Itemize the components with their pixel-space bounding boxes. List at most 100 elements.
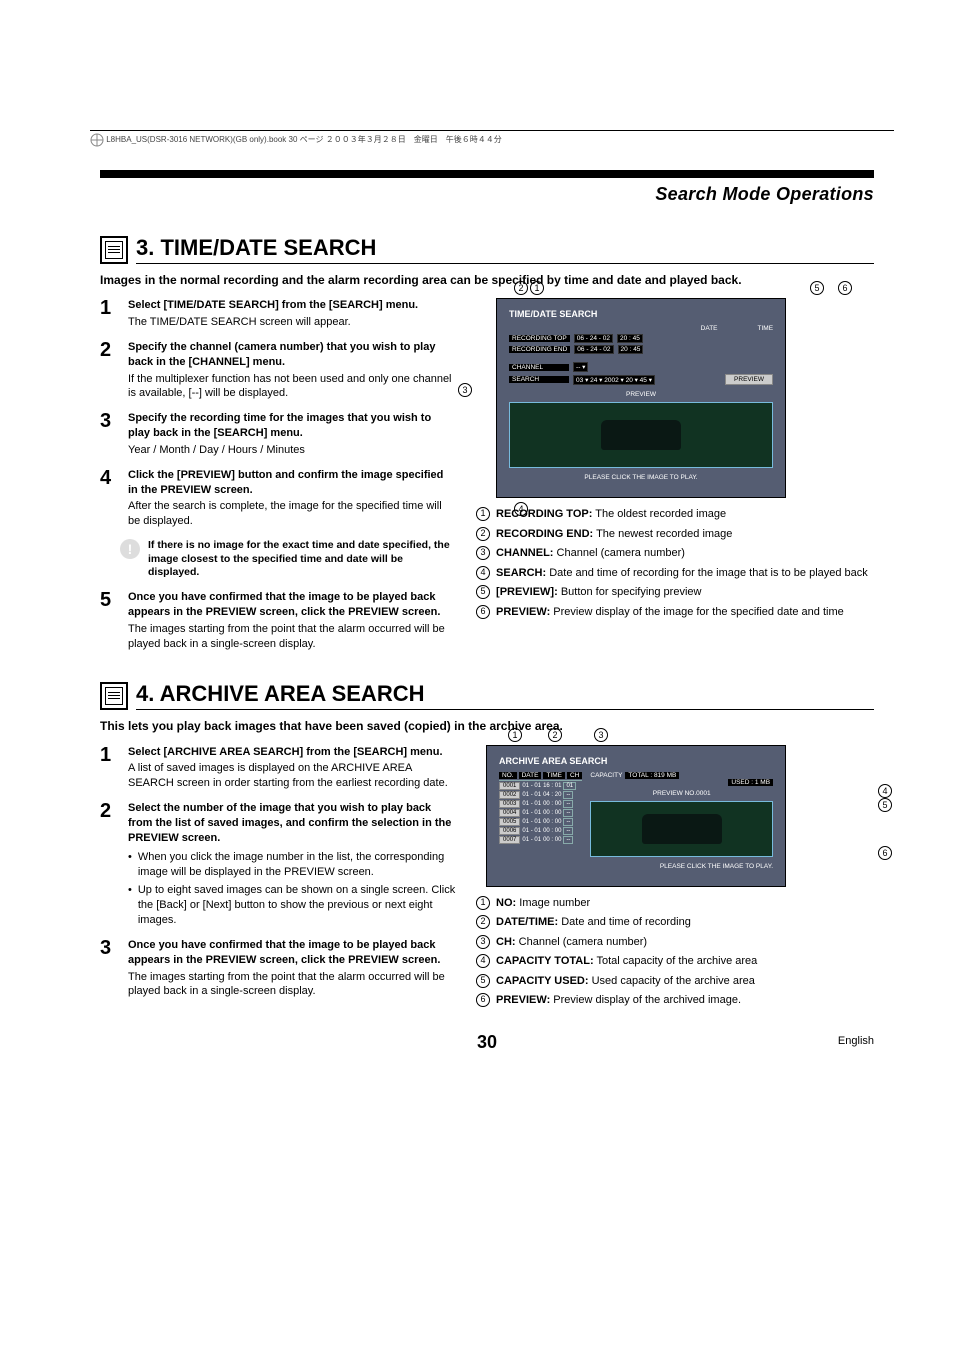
row-ch: -- — [563, 791, 573, 799]
step-desc: If the multiplexer function has not been… — [128, 372, 456, 402]
table-row[interactable]: 000601 - 0100 : 00-- — [499, 827, 582, 835]
row-date: 01 - 01 — [522, 837, 541, 843]
right-col-3: 2 1 5 6 3 4 TIME/DATE SEARCH DATE TIME R… — [476, 298, 874, 661]
note-text: If there is no image for the exact time … — [148, 539, 456, 580]
bullet: Up to eight saved images can be shown on… — [128, 883, 456, 928]
step-desc: The images starting from the point that … — [128, 622, 456, 652]
fig4-title: ARCHIVE AREA SEARCH — [499, 756, 773, 766]
step-num: 3 — [100, 938, 118, 999]
callout-item: 3CHANNEL: Channel (camera number) — [476, 545, 874, 562]
step-4-3: 3 Once you have confirmed that the image… — [100, 938, 456, 999]
step-num: 1 — [100, 745, 118, 792]
callout-item: 6PREVIEW: Preview display of the image f… — [476, 604, 874, 621]
list-icon — [100, 236, 128, 264]
fig3-recend-time: 20 : 45 — [618, 345, 644, 354]
section-title: Search Mode Operations — [100, 184, 874, 205]
fig4-hint: PLEASE CLICK THE IMAGE TO PLAY. — [499, 863, 773, 870]
fig3-col-date: DATE — [701, 325, 718, 332]
step-desc: After the search is complete, the image … — [128, 499, 456, 529]
fig3-search-label: SEARCH — [509, 376, 569, 383]
callout-item: 5CAPACITY USED: Used capacity of the arc… — [476, 973, 874, 990]
row-time: 00 : 00 — [543, 819, 561, 825]
row-ch: -- — [563, 836, 573, 844]
header-note: L8HBA_US(DSR-3016 NETWORK)(GB only).book… — [90, 130, 894, 147]
fig3-hint: PLEASE CLICK THE IMAGE TO PLAY. — [509, 474, 773, 481]
heading-archive: 4. ARCHIVE AREA SEARCH — [100, 681, 874, 710]
header-note-text: L8HBA_US(DSR-3016 NETWORK)(GB only).book… — [106, 135, 501, 144]
table-row[interactable]: 000501 - 0100 : 00-- — [499, 818, 582, 826]
row-date: 01 - 01 — [522, 792, 541, 798]
callout-item: 5[PREVIEW]: Button for specifying previe… — [476, 584, 874, 601]
row-ch: -- — [563, 809, 573, 817]
row-time: 04 : 20 — [543, 792, 561, 798]
two-col-3: 1 Select [TIME/DATE SEARCH] from the [SE… — [100, 298, 874, 661]
row-date: 01 - 01 — [522, 783, 541, 789]
callout-item: 1RECORDING TOP: The oldest recorded imag… — [476, 506, 874, 523]
row-no[interactable]: 0007 — [499, 836, 520, 844]
fig3-title: TIME/DATE SEARCH — [509, 309, 773, 319]
row-no[interactable]: 0005 — [499, 818, 520, 826]
row-no[interactable]: 0002 — [499, 791, 520, 799]
table-row[interactable]: 000401 - 0100 : 00-- — [499, 809, 582, 817]
fig3-recend-label: RECORDING END — [509, 346, 570, 353]
row-no[interactable]: 0006 — [499, 827, 520, 835]
black-bar — [100, 170, 874, 178]
left-col-4: 1 Select [ARCHIVE AREA SEARCH] from the … — [100, 745, 456, 1012]
book-icon — [90, 133, 104, 147]
fig4-preview-window[interactable] — [590, 801, 773, 857]
step-desc: The images starting from the point that … — [128, 970, 456, 1000]
callout-marker-6: 6 — [878, 846, 892, 860]
callout-marker-3: 3 — [458, 383, 472, 397]
row-ch: -- — [563, 827, 573, 835]
row-date: 01 - 01 — [522, 801, 541, 807]
fig3-channel-val[interactable]: -- ▾ — [573, 362, 588, 372]
row-date: 01 - 01 — [522, 810, 541, 816]
step-3-5: 5 Once you have confirmed that the image… — [100, 590, 456, 651]
callout-list-3: 1RECORDING TOP: The oldest recorded imag… — [476, 506, 874, 620]
fig3-rectop-time: 20 : 45 — [617, 334, 643, 343]
callout-item: 2DATE/TIME: Date and time of recording — [476, 914, 874, 931]
fig4-list: NO. DATE TIME CH 000101 - 0116 : 0101000… — [499, 772, 582, 857]
callout-item: 4CAPACITY TOTAL: Total capacity of the a… — [476, 953, 874, 970]
heading-time-date: 3. TIME/DATE SEARCH — [100, 235, 874, 264]
callout-list-4: 1NO: Image number 2DATE/TIME: Date and t… — [476, 895, 874, 1009]
row-time: 00 : 00 — [543, 828, 561, 834]
fig3-preview-button[interactable]: PREVIEW — [725, 374, 773, 385]
h2-archive: 4. ARCHIVE AREA SEARCH — [136, 681, 874, 710]
fig3-search-vals[interactable]: 03 ▾ 24 ▾ 2002 ▾ 20 ▾ 45 ▾ — [573, 375, 655, 385]
callout-marker-5: 5 — [878, 798, 892, 812]
fig4-head-time: TIME — [543, 772, 565, 779]
callout-marker-5: 5 — [810, 281, 824, 295]
note-icon: ! — [120, 539, 140, 559]
step-head: Once you have confirmed that the image t… — [128, 590, 456, 620]
step-desc: Year / Month / Day / Hours / Minutes — [128, 443, 456, 458]
callout-marker-1: 1 — [530, 281, 544, 295]
intro-4: This lets you play back images that have… — [100, 718, 874, 734]
table-row[interactable]: 000701 - 0100 : 00-- — [499, 836, 582, 844]
callout-item: 3CH: Channel (camera number) — [476, 934, 874, 951]
note-3: ! If there is no image for the exact tim… — [120, 539, 456, 580]
callout-item: 2RECORDING END: The newest recorded imag… — [476, 526, 874, 543]
fig3-preview-label: PREVIEW — [509, 391, 773, 398]
couch-icon — [601, 420, 681, 450]
step-num: 1 — [100, 298, 118, 330]
page-number: 30 — [100, 1032, 874, 1053]
fig4-preview-label: PREVIEW NO.0001 — [590, 790, 773, 797]
row-date: 01 - 01 — [522, 819, 541, 825]
row-no[interactable]: 0004 — [499, 809, 520, 817]
fig4-capacity-label: CAPACITY — [590, 772, 622, 779]
list-icon — [100, 682, 128, 710]
row-no[interactable]: 0003 — [499, 800, 520, 808]
callout-marker-1: 1 — [508, 728, 522, 742]
row-time: 00 : 00 — [543, 837, 561, 843]
row-ch: -- — [563, 800, 573, 808]
table-row[interactable]: 000101 - 0116 : 0101 — [499, 782, 582, 790]
row-no[interactable]: 0001 — [499, 782, 520, 790]
table-row[interactable]: 000301 - 0100 : 00-- — [499, 800, 582, 808]
step-head: Once you have confirmed that the image t… — [128, 938, 456, 968]
step-4-2: 2 Select the number of the image that yo… — [100, 801, 456, 928]
fig3-preview-window[interactable] — [509, 402, 773, 468]
table-row[interactable]: 000201 - 0104 : 20-- — [499, 791, 582, 799]
step-4-1: 1 Select [ARCHIVE AREA SEARCH] from the … — [100, 745, 456, 792]
figure-3: 2 1 5 6 3 4 TIME/DATE SEARCH DATE TIME R… — [476, 298, 874, 498]
